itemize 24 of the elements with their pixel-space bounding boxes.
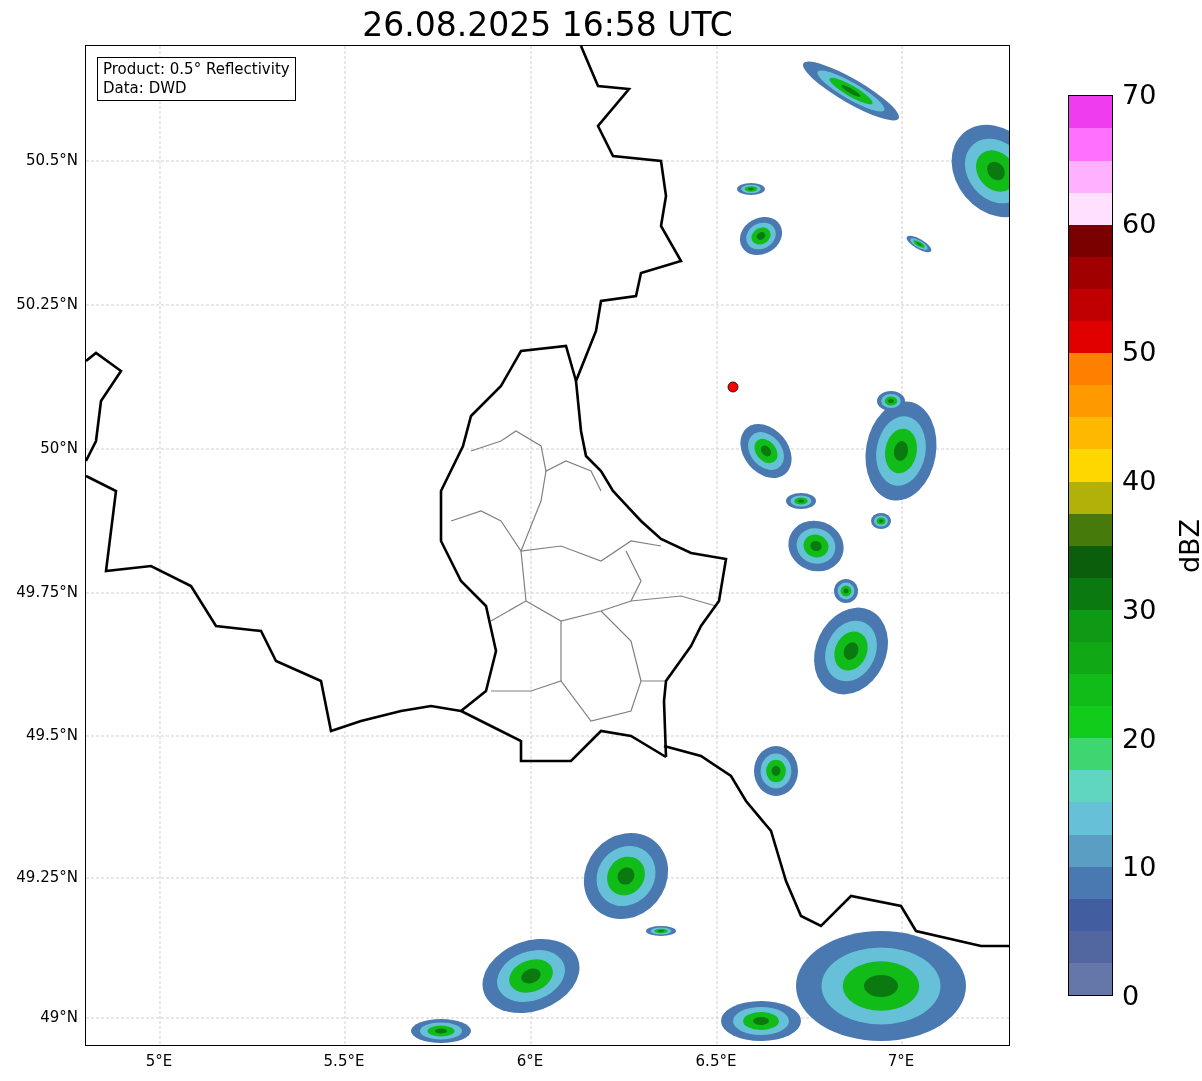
- colorbar-tick-label: 60: [1122, 207, 1157, 240]
- x-tick-label: 6°E: [515, 1052, 545, 1070]
- y-tick-label: 50°N: [39, 439, 78, 457]
- colorbar-tick-label: 70: [1122, 79, 1157, 111]
- colorbar-label: dBZ: [1174, 517, 1202, 576]
- colorbar-tick-label: 20: [1122, 722, 1157, 755]
- y-tick-label: 49.5°N: [24, 726, 78, 744]
- chart-title: 26.08.2025 16:58 UTC: [361, 4, 734, 46]
- colorbar-tick-label: 0: [1122, 980, 1140, 1012]
- colorbar-tick-label: 50: [1122, 336, 1157, 369]
- y-tick-label: 49°N: [39, 1008, 78, 1026]
- y-tick-label: 49.25°N: [15, 868, 78, 886]
- x-tick-label: 6.5°E: [694, 1052, 738, 1070]
- x-tick-label: 5°E: [144, 1052, 174, 1070]
- x-tick-label: 5.5°E: [322, 1052, 366, 1070]
- y-tick-label: 50.5°N: [24, 151, 78, 169]
- info-text: Product: 0.5° Reflectivity: [103, 60, 290, 79]
- x-tick-label: 7°E: [886, 1052, 916, 1070]
- info-text: Data: DWD: [103, 79, 188, 98]
- colorbar-tick-label: 40: [1122, 465, 1157, 498]
- y-tick-label: 50.25°N: [15, 295, 78, 313]
- y-tick-label: 49.75°N: [15, 583, 78, 601]
- colorbar-tick-label: 30: [1122, 593, 1157, 626]
- colorbar-tick-label: 10: [1122, 851, 1157, 884]
